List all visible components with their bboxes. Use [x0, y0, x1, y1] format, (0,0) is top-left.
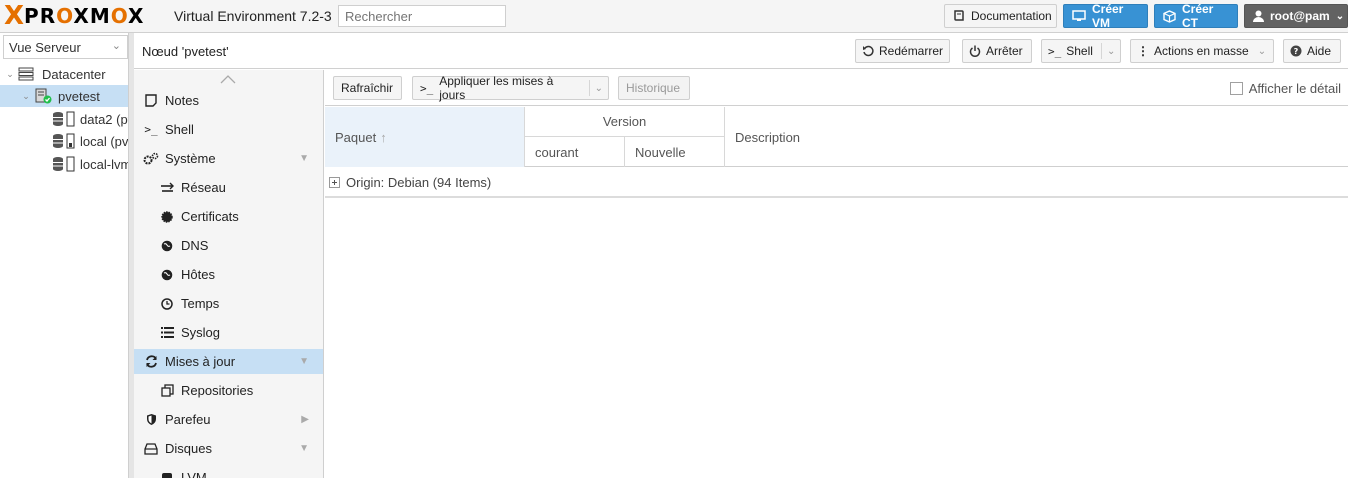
tree-item-storage[interactable]: local (pvetest): [0, 130, 128, 152]
chevron-down-icon: ⌄: [1257, 45, 1267, 57]
reboot-button[interactable]: Redémarrer: [855, 39, 950, 63]
expand-arrow-icon[interactable]: ▼: [299, 153, 309, 164]
clock-icon: [158, 297, 176, 310]
top-bar: X PROXMOX Virtual Environment 7.2-3 Docu…: [0, 0, 1348, 33]
expand-arrow-icon[interactable]: ▶: [301, 414, 309, 425]
menu-item-updates[interactable]: Mises à jour ▼: [134, 349, 323, 374]
storage-icon: [52, 133, 76, 149]
power-icon: [969, 45, 981, 57]
column-header-new[interactable]: Nouvelle: [625, 137, 725, 167]
menu-item-hosts[interactable]: Hôtes: [134, 262, 323, 287]
column-header-description[interactable]: Description: [725, 107, 1348, 167]
shell-button[interactable]: >_ Shell ⌄: [1041, 39, 1121, 63]
menu-item-system[interactable]: Système ▼: [134, 146, 323, 171]
menu-item-firewall[interactable]: Parefeu ▶: [134, 407, 323, 432]
show-details-checkbox[interactable]: Afficher le détail: [1229, 81, 1341, 96]
user-menu-button[interactable]: root@pam ⌄: [1244, 4, 1348, 28]
column-header-package[interactable]: Paquet ↑: [325, 107, 525, 167]
scroll-up-icon[interactable]: [220, 74, 236, 84]
square-icon: [158, 472, 176, 478]
terminal-icon: >_: [420, 81, 434, 95]
tree-item-storage[interactable]: data2 (pvetest): [0, 108, 128, 130]
tree-item-datacenter[interactable]: ⌄ Datacenter: [0, 63, 128, 85]
menu-item-lvm[interactable]: LVM: [134, 465, 323, 478]
expand-plus-icon[interactable]: [329, 176, 340, 188]
desktop-icon: [1072, 10, 1086, 22]
certificate-icon: [158, 210, 176, 223]
menu-item-dns[interactable]: DNS: [134, 233, 323, 258]
chevron-down-icon: ⌄: [1335, 10, 1345, 22]
help-button[interactable]: ? Aide: [1283, 39, 1341, 63]
updates-panel: Rafraîchir >_ Appliquer les mises à jour…: [325, 70, 1348, 478]
menu-item-notes[interactable]: Notes: [134, 88, 323, 113]
chevron-down-icon[interactable]: ⌄: [1100, 43, 1115, 59]
view-selector[interactable]: Vue Serveur ⌄: [3, 35, 128, 59]
node-menu: Notes >_ Shell Système ▼ Réseau Certific…: [134, 70, 324, 478]
search-input[interactable]: [338, 5, 506, 27]
menu-item-disks[interactable]: Disques ▼: [134, 436, 323, 461]
chevron-down-icon[interactable]: ⌄: [588, 80, 608, 96]
create-ct-button[interactable]: Créer CT: [1154, 2, 1238, 30]
apply-updates-button[interactable]: >_ Appliquer les mises à jours ⌄: [412, 74, 609, 102]
group-row[interactable]: Origin: Debian (94 Items): [325, 168, 1348, 198]
bulk-actions-button[interactable]: ⋮ Actions en masse ⌄: [1130, 39, 1274, 63]
server-rack-icon: [18, 67, 34, 81]
undo-icon: [862, 45, 874, 57]
sort-asc-icon: ↑: [380, 129, 387, 145]
refresh-icon: [142, 355, 160, 368]
menu-item-certificates[interactable]: Certificats: [134, 204, 323, 229]
book-icon: [953, 10, 965, 22]
menu-item-repositories[interactable]: Repositories: [134, 378, 323, 403]
node-header: Nœud 'pvetest' Redémarrer Arrêter >_ She…: [134, 33, 1348, 69]
collapse-arrow-icon[interactable]: ⌄: [20, 91, 32, 102]
history-button[interactable]: Historique: [618, 76, 690, 100]
create-vm-button[interactable]: Créer VM: [1063, 2, 1148, 30]
chevron-down-icon: ⌄: [111, 40, 121, 52]
note-icon: [142, 94, 160, 107]
column-header-current[interactable]: courant: [525, 137, 625, 167]
exchange-icon: [158, 182, 176, 194]
storage-icon: [52, 111, 76, 127]
list-icon: [158, 327, 176, 338]
terminal-icon: >_: [144, 123, 158, 136]
checkbox-box[interactable]: [1229, 82, 1243, 95]
shield-icon: [142, 413, 160, 426]
storage-icon: [52, 156, 76, 172]
updates-toolbar: Rafraîchir >_ Appliquer les mises à jour…: [325, 70, 1348, 106]
menu-item-shell[interactable]: >_ Shell: [134, 117, 323, 142]
svg-text:?: ?: [1294, 47, 1299, 56]
shutdown-button[interactable]: Arrêter: [962, 39, 1032, 63]
menu-item-network[interactable]: Réseau: [134, 175, 323, 200]
collapse-arrow-icon[interactable]: ⌄: [4, 69, 16, 80]
column-header-version: Version: [525, 107, 725, 137]
proxmox-logo[interactable]: X PROXMOX: [4, 3, 144, 29]
documentation-button[interactable]: Documentation: [944, 4, 1057, 28]
hdd-icon: [142, 442, 160, 455]
menu-item-time[interactable]: Temps: [134, 291, 323, 316]
ellipsis-vertical-icon: ⋮: [1137, 44, 1149, 58]
globe-icon: [158, 269, 176, 281]
tree-item-node[interactable]: ⌄ pvetest: [0, 85, 128, 107]
grid-header: Paquet ↑ Version courant Nouvelle Descri…: [325, 107, 1348, 167]
resource-tree-panel: Vue Serveur ⌄ ⌄ Datacenter ⌄ pvetest dat…: [0, 33, 129, 478]
expand-arrow-icon[interactable]: ▼: [299, 356, 309, 367]
globe-icon: [158, 240, 176, 252]
files-icon: [158, 384, 176, 397]
tree-item-storage[interactable]: local-lvm (pvetest): [0, 153, 128, 175]
page-title: Nœud 'pvetest': [142, 44, 229, 59]
node-online-icon: [34, 88, 52, 104]
refresh-button[interactable]: Rafraîchir: [333, 76, 402, 100]
expand-arrow-icon[interactable]: ▼: [299, 443, 309, 454]
cogs-icon: [142, 152, 160, 166]
cube-icon: [1163, 9, 1176, 23]
terminal-icon: >_: [1048, 44, 1062, 58]
product-version: Virtual Environment 7.2-3: [174, 8, 332, 24]
question-circle-icon: ?: [1290, 45, 1302, 57]
user-icon: [1253, 10, 1264, 22]
menu-item-syslog[interactable]: Syslog: [134, 320, 323, 345]
